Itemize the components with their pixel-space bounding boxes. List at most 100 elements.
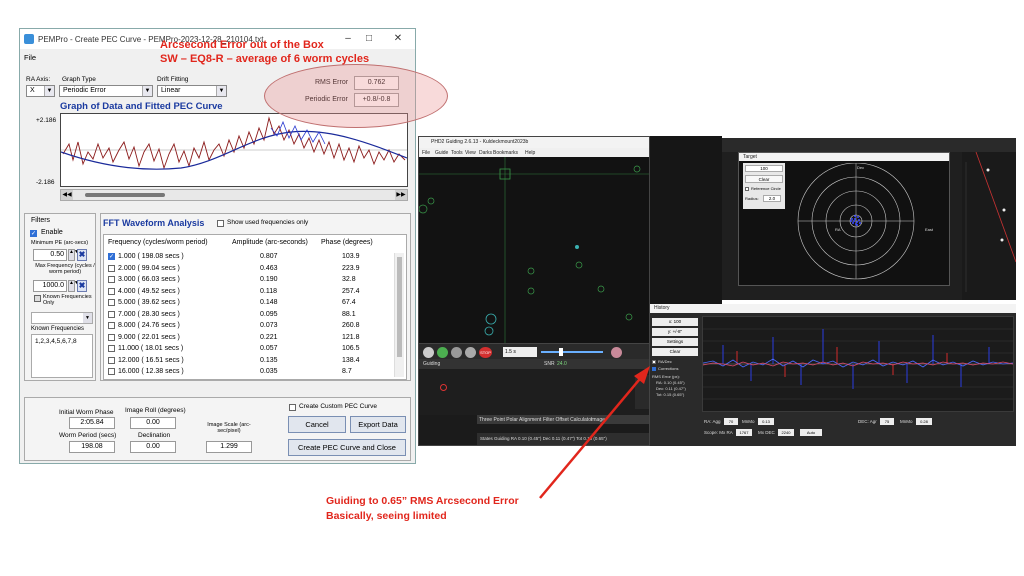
row-phase: 32.8 [342,276,356,283]
known-freq-select[interactable]: ▼ [31,312,93,324]
star-field[interactable] [419,157,649,343]
ra-minmo-input[interactable]: 0.13 [758,418,774,425]
mx-dec-input[interactable]: 2240 [778,429,794,436]
dec-trace [703,361,1013,367]
drift-fitting-select[interactable]: Linear ▼ [157,85,227,97]
gamma-slider[interactable] [541,351,603,353]
row-phase: 88.2 [342,380,356,381]
ra-axis-select[interactable]: X ▼ [26,85,55,97]
phd2-menubar: File Guide Tools View Darks Bookmarks He… [419,148,649,157]
worm-period-input[interactable]: 198.08 [69,441,115,453]
stop-icon[interactable]: STOP [479,347,492,358]
guide-icon[interactable] [437,347,448,358]
max-freq-input[interactable]: 1000.0 [33,280,67,292]
max-freq-clear-button[interactable]: ✖ [77,280,87,292]
table-row[interactable]: 8.000 ( 24.76 secs ) 0.073 260.8 [104,321,394,331]
min-pe-spinner[interactable]: ▲▼ [68,249,79,261]
initial-worm-phase-input[interactable]: 2:05.84 [69,417,115,429]
phd-menu-1[interactable]: Guide [435,150,448,156]
scope-mx-ra-input[interactable]: 1767 [736,429,752,436]
history-x-select[interactable]: x: 100 [652,318,698,326]
export-data-button[interactable]: Export Data [350,416,406,433]
dec-mode-select[interactable]: Auto [800,429,822,436]
show-used-checkbox[interactable] [217,220,224,227]
table-row[interactable]: ✓ 1.000 ( 198.08 secs ) 0.807 103.9 [104,252,394,262]
phd-menu-5[interactable]: Bookmarks [493,150,518,156]
row-checkbox[interactable] [108,333,115,341]
image-roll-input[interactable]: 0.00 [130,417,176,429]
target-clear-button[interactable]: Clear [745,175,783,183]
row-checkbox[interactable] [108,299,115,306]
image-roll-label: Image Roll (degrees) [125,407,186,414]
ref-circle-label: Reference Circle [751,186,781,191]
dec-minmo-input[interactable]: 0.28 [916,418,932,425]
fft-scrollbar[interactable] [394,253,404,377]
min-pe-clear-button[interactable]: ✖ [77,249,87,261]
phd-menu-2[interactable]: Tools [451,150,463,156]
history-settings-button[interactable]: Settings [652,338,698,346]
create-pec-curve-button[interactable]: Create PEC Curve and Close [288,439,406,456]
scroll-thumb[interactable] [85,193,165,197]
row-checkbox[interactable] [108,379,115,380]
fft-scroll-thumb[interactable] [397,257,402,357]
loop-icon[interactable] [423,347,434,358]
create-custom-checkbox[interactable] [289,404,296,411]
known-freqs-list[interactable]: 1,2,3,4,5,6,7,8 [31,334,93,378]
graph-type-select[interactable]: Periodic Error ▼ [59,85,153,97]
table-row[interactable]: 2.000 ( 99.04 secs ) 0.463 223.9 [104,264,394,274]
exposure-select[interactable]: 1.5 s [503,347,537,357]
scroll-right-icon[interactable]: ▶▶ [395,190,407,200]
table-row[interactable]: 16.000 ( 12.38 secs ) 0.035 8.7 [104,367,394,377]
phd-menu-6[interactable]: Help [525,150,535,156]
row-frequency: 4.000 ( 49.52 secs ) [118,287,180,295]
table-row[interactable]: 9.000 ( 22.01 secs ) 0.221 121.8 [104,333,394,343]
table-row[interactable]: 5.000 ( 39.62 secs ) 0.148 67.4 [104,298,394,308]
phd-menu-0[interactable]: File [422,150,430,156]
row-checkbox[interactable] [108,322,115,329]
table-row[interactable]: 18.000 ( 11.00 secs ) 0.119 88.2 [104,379,394,381]
max-freq-spinner[interactable]: ▲▼ [68,280,79,292]
close-icon[interactable]: ✕ [392,33,404,45]
table-row[interactable]: 12.000 ( 16.51 secs ) 0.135 138.4 [104,356,394,366]
enable-checkbox[interactable]: ✓ [30,230,37,237]
known-freq-only-checkbox[interactable] [34,295,41,302]
graph-scrollbar[interactable]: ◀◀ ▶▶ [60,189,408,201]
row-checkbox[interactable] [108,345,115,352]
row-checkbox[interactable] [108,276,115,283]
declination-input[interactable]: 0.00 [130,441,176,453]
target-plot [797,163,915,280]
table-row[interactable]: 3.000 ( 66.03 secs ) 0.190 32.8 [104,275,394,285]
table-row[interactable]: 7.000 ( 28.30 secs ) 0.095 88.1 [104,310,394,320]
history-y-select[interactable]: y: +/-8" [652,328,698,336]
target-icon[interactable] [465,347,476,358]
table-row[interactable]: 4.000 ( 49.52 secs ) 0.118 257.4 [104,287,394,297]
gamma-slider-thumb[interactable] [559,348,563,356]
image-scale-input[interactable]: 1.299 [206,441,252,453]
row-checkbox[interactable] [108,368,115,375]
star-profile-icon [440,384,447,391]
dec-agr-input[interactable]: 75 [880,418,894,425]
row-checkbox[interactable] [108,287,115,295]
radius-input[interactable]: 2.0 [763,195,781,202]
row-checkbox[interactable]: ✓ [108,253,115,260]
history-clear-button[interactable]: Clear [652,348,698,356]
scroll-left-icon[interactable]: ◀◀ [61,190,73,200]
annotation-top: Arcsecond Error out of the Box SW – EQ8-… [160,38,369,66]
auto-select-icon[interactable] [451,347,462,358]
cancel-button[interactable]: Cancel [288,416,346,433]
phd-menu-4[interactable]: Darks [479,150,492,156]
ra-agg-input[interactable]: 70 [724,418,738,425]
drift-fitting-label: Drift Fitting [157,76,189,83]
row-checkbox[interactable] [108,356,115,364]
row-frequency: 12.000 ( 16.51 secs ) [118,356,184,364]
ref-circle-checkbox[interactable] [745,187,749,191]
table-row[interactable]: 11.000 ( 18.01 secs ) 0.057 106.5 [104,344,394,354]
menu-file[interactable]: File [24,53,36,62]
phd-menu-3[interactable]: View [465,150,476,156]
min-pe-input[interactable]: 0.50 [33,249,67,261]
brain-icon[interactable] [611,347,622,358]
target-zoom-select[interactable]: 100 [745,165,783,172]
row-checkbox[interactable] [108,264,115,272]
row-checkbox[interactable] [108,310,115,318]
ra-minmo-label: MnMo [742,419,755,424]
